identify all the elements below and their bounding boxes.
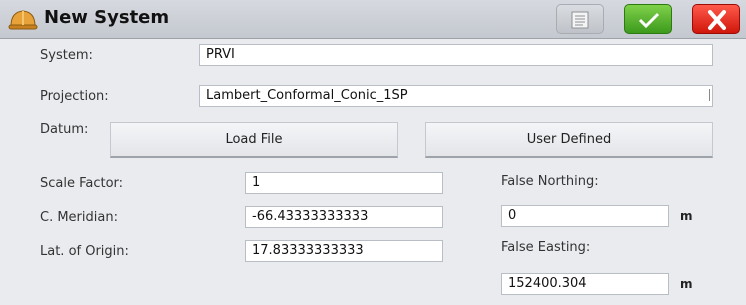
c-meridian-label: C. Meridian:: [40, 210, 118, 225]
close-button[interactable]: [692, 4, 740, 34]
system-label: System:: [40, 48, 93, 63]
load-file-button[interactable]: Load File: [110, 122, 398, 158]
projection-value: Lambert_Conformal_Conic_1SP: [206, 88, 408, 103]
scale-factor-label: Scale Factor:: [40, 176, 124, 191]
false-easting-input[interactable]: 152400.304: [501, 273, 669, 295]
lat-origin-input[interactable]: 17.83333333333: [245, 240, 443, 262]
c-meridian-input[interactable]: -66.43333333333: [245, 206, 443, 228]
false-easting-label: False Easting:: [501, 240, 591, 255]
menu-button[interactable]: [556, 4, 604, 34]
datum-label: Datum:: [40, 122, 89, 137]
false-northing-label: False Northing:: [501, 174, 599, 189]
false-easting-unit: m: [680, 277, 693, 291]
close-x-icon: [708, 10, 726, 30]
scale-factor-input[interactable]: 1: [245, 172, 443, 194]
false-northing-input[interactable]: 0: [501, 205, 669, 227]
projection-select[interactable]: Lambert_Conformal_Conic_1SP: [199, 85, 713, 107]
dropdown-arrow-icon: [709, 89, 710, 101]
system-input[interactable]: PRVI: [199, 44, 713, 66]
false-northing-unit: m: [680, 209, 693, 223]
checkmark-icon: [638, 12, 660, 29]
title-bar: New System: [0, 0, 746, 39]
lat-origin-label: Lat. of Origin:: [40, 244, 129, 259]
projection-label: Projection:: [40, 89, 109, 104]
window-title: New System: [44, 7, 170, 28]
ok-button[interactable]: [624, 4, 672, 34]
menu-list-icon: [571, 11, 589, 29]
user-defined-button[interactable]: User Defined: [425, 122, 713, 158]
hard-hat-icon: [8, 10, 38, 30]
